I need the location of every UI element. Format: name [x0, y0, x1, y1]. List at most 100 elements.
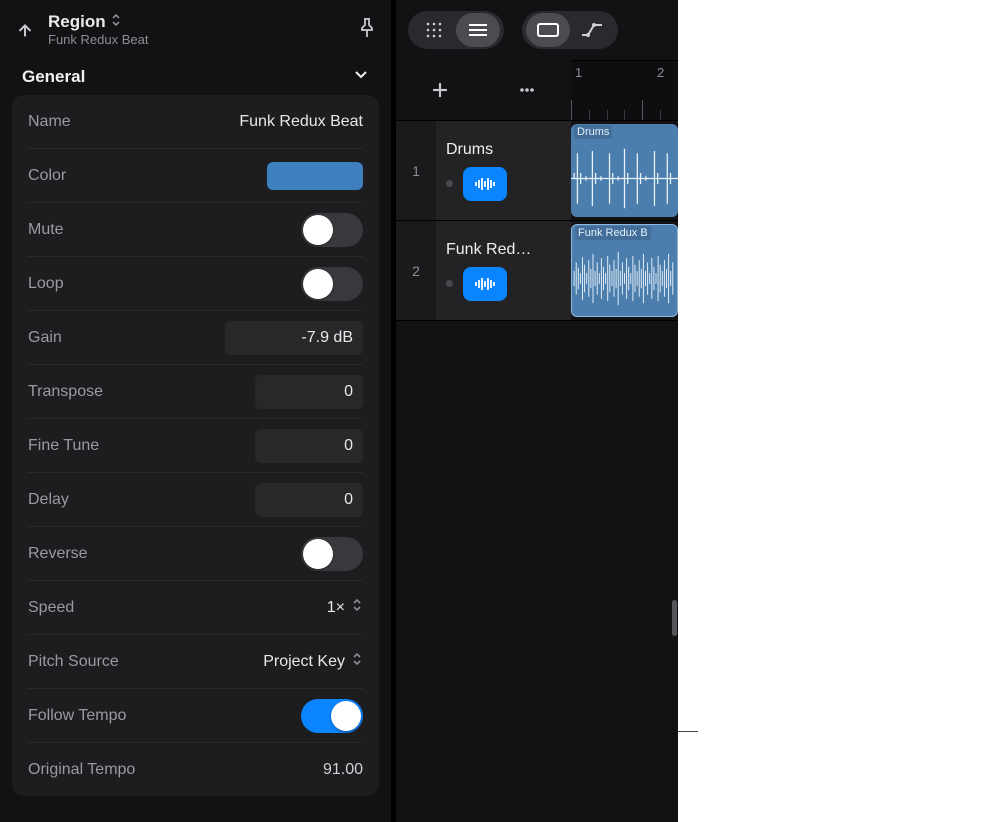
grid-view-button[interactable] — [412, 13, 456, 47]
audio-track-icon[interactable] — [463, 267, 507, 301]
row-pitch-source: Pitch Source Project Key — [28, 635, 363, 689]
general-section-header[interactable]: General — [0, 60, 391, 95]
region-label: Funk Redux B — [575, 226, 651, 240]
row-transpose: Transpose 0 — [28, 365, 363, 419]
inspector-header: Region Funk Redux Beat — [0, 0, 391, 60]
track-options-button[interactable] — [513, 76, 541, 104]
region-inspector-panel: Region Funk Redux Beat General — [0, 0, 391, 822]
follow-tempo-toggle[interactable] — [301, 699, 363, 733]
audio-region[interactable]: Drums — [571, 124, 678, 217]
general-section-title: General — [22, 67, 85, 87]
track-controls — [446, 267, 561, 301]
tracks-panel: 1 2 1 Drums — [396, 0, 678, 822]
label-gain: Gain — [28, 329, 62, 347]
label-finetune: Fine Tune — [28, 437, 99, 455]
waveform — [572, 241, 677, 316]
toggle-knob — [303, 269, 333, 299]
ruler-mark-2: 2 — [657, 61, 664, 80]
ruler-left-controls — [396, 60, 571, 120]
reverse-toggle[interactable] — [301, 537, 363, 571]
delay-value[interactable]: 0 — [255, 483, 363, 517]
speed-value: 1× — [327, 599, 345, 617]
label-transpose: Transpose — [28, 383, 103, 401]
region-mode-button[interactable] — [526, 13, 570, 47]
mute-toggle[interactable] — [301, 213, 363, 247]
row-name: Name Funk Redux Beat — [28, 95, 363, 149]
track-lane[interactable]: Drums — [571, 121, 678, 220]
track-header[interactable]: Drums — [436, 121, 571, 220]
track-row: 1 Drums Drums — [396, 121, 678, 221]
view-mode-segment — [408, 11, 504, 49]
speed-select[interactable]: 1× — [327, 598, 363, 617]
automation-mode-segment — [522, 11, 618, 49]
label-color: Color — [28, 167, 66, 185]
row-follow-tempo: Follow Tempo — [28, 689, 363, 743]
audio-track-icon[interactable] — [463, 167, 507, 201]
sort-chevron-icon — [110, 13, 122, 32]
label-delay: Delay — [28, 491, 69, 509]
gain-value[interactable]: -7.9 dB — [225, 321, 363, 355]
record-enable-dot[interactable] — [446, 280, 453, 287]
row-gain: Gain -7.9 dB — [28, 311, 363, 365]
track-name: Drums — [446, 141, 561, 159]
sort-chevron-icon — [351, 598, 363, 617]
label-original-tempo: Original Tempo — [28, 761, 135, 779]
chevron-down-icon — [353, 66, 369, 87]
label-reverse: Reverse — [28, 545, 88, 563]
pitch-source-value: Project Key — [263, 653, 345, 671]
back-arrow-icon[interactable] — [14, 19, 36, 41]
sort-chevron-icon — [351, 652, 363, 671]
record-enable-dot[interactable] — [446, 180, 453, 187]
row-reverse: Reverse — [28, 527, 363, 581]
original-tempo-value: 91.00 — [323, 761, 363, 779]
transpose-value[interactable]: 0 — [255, 375, 363, 409]
app-window: Region Funk Redux Beat General — [0, 0, 678, 822]
label-mute: Mute — [28, 221, 64, 239]
row-original-tempo: Original Tempo 91.00 — [28, 743, 363, 796]
track-number: 1 — [396, 121, 436, 220]
track-number: 2 — [396, 221, 436, 320]
audio-region-selected[interactable]: Funk Redux B — [571, 224, 678, 317]
row-speed: Speed 1× — [28, 581, 363, 635]
track-controls — [446, 167, 561, 201]
row-mute: Mute — [28, 203, 363, 257]
inspector-subtitle: Funk Redux Beat — [48, 33, 148, 47]
ruler-time-area[interactable]: 1 2 — [571, 60, 678, 120]
color-swatch[interactable] — [267, 162, 363, 190]
region-label: Drums — [574, 125, 612, 139]
timeline-ruler: 1 2 — [396, 60, 678, 121]
ruler-mark-1: 1 — [575, 61, 582, 80]
value-name[interactable]: Funk Redux Beat — [239, 113, 363, 131]
track-row: 2 Funk Red… Funk Redux B — [396, 221, 678, 321]
tracks-toolbar — [396, 0, 678, 60]
add-track-button[interactable] — [426, 76, 454, 104]
vertical-scrollbar-thumb[interactable] — [672, 600, 677, 636]
label-name: Name — [28, 113, 71, 131]
label-pitch-source: Pitch Source — [28, 653, 119, 671]
toggle-knob — [331, 701, 361, 731]
row-color: Color — [28, 149, 363, 203]
toggle-knob — [303, 539, 333, 569]
label-loop: Loop — [28, 275, 64, 293]
automation-mode-button[interactable] — [570, 13, 614, 47]
label-speed: Speed — [28, 599, 74, 617]
waveform — [571, 140, 678, 217]
pin-icon[interactable] — [357, 17, 377, 44]
track-header[interactable]: Funk Red… — [436, 221, 571, 320]
general-properties-card: Name Funk Redux Beat Color Mute Loop Gai… — [12, 95, 379, 796]
row-loop: Loop — [28, 257, 363, 311]
label-follow-tempo: Follow Tempo — [28, 707, 126, 725]
ruler-ticks — [571, 100, 678, 120]
track-lane[interactable]: Funk Redux B — [571, 221, 678, 320]
loop-toggle[interactable] — [301, 267, 363, 301]
inspector-title: Region — [48, 13, 106, 32]
inspector-title-block[interactable]: Region Funk Redux Beat — [48, 13, 148, 48]
finetune-value[interactable]: 0 — [255, 429, 363, 463]
inspector-header-left: Region Funk Redux Beat — [14, 13, 148, 48]
pitch-source-select[interactable]: Project Key — [263, 652, 363, 671]
toggle-knob — [303, 215, 333, 245]
row-delay: Delay 0 — [28, 473, 363, 527]
list-view-button[interactable] — [456, 13, 500, 47]
track-name: Funk Red… — [446, 241, 561, 259]
row-finetune: Fine Tune 0 — [28, 419, 363, 473]
